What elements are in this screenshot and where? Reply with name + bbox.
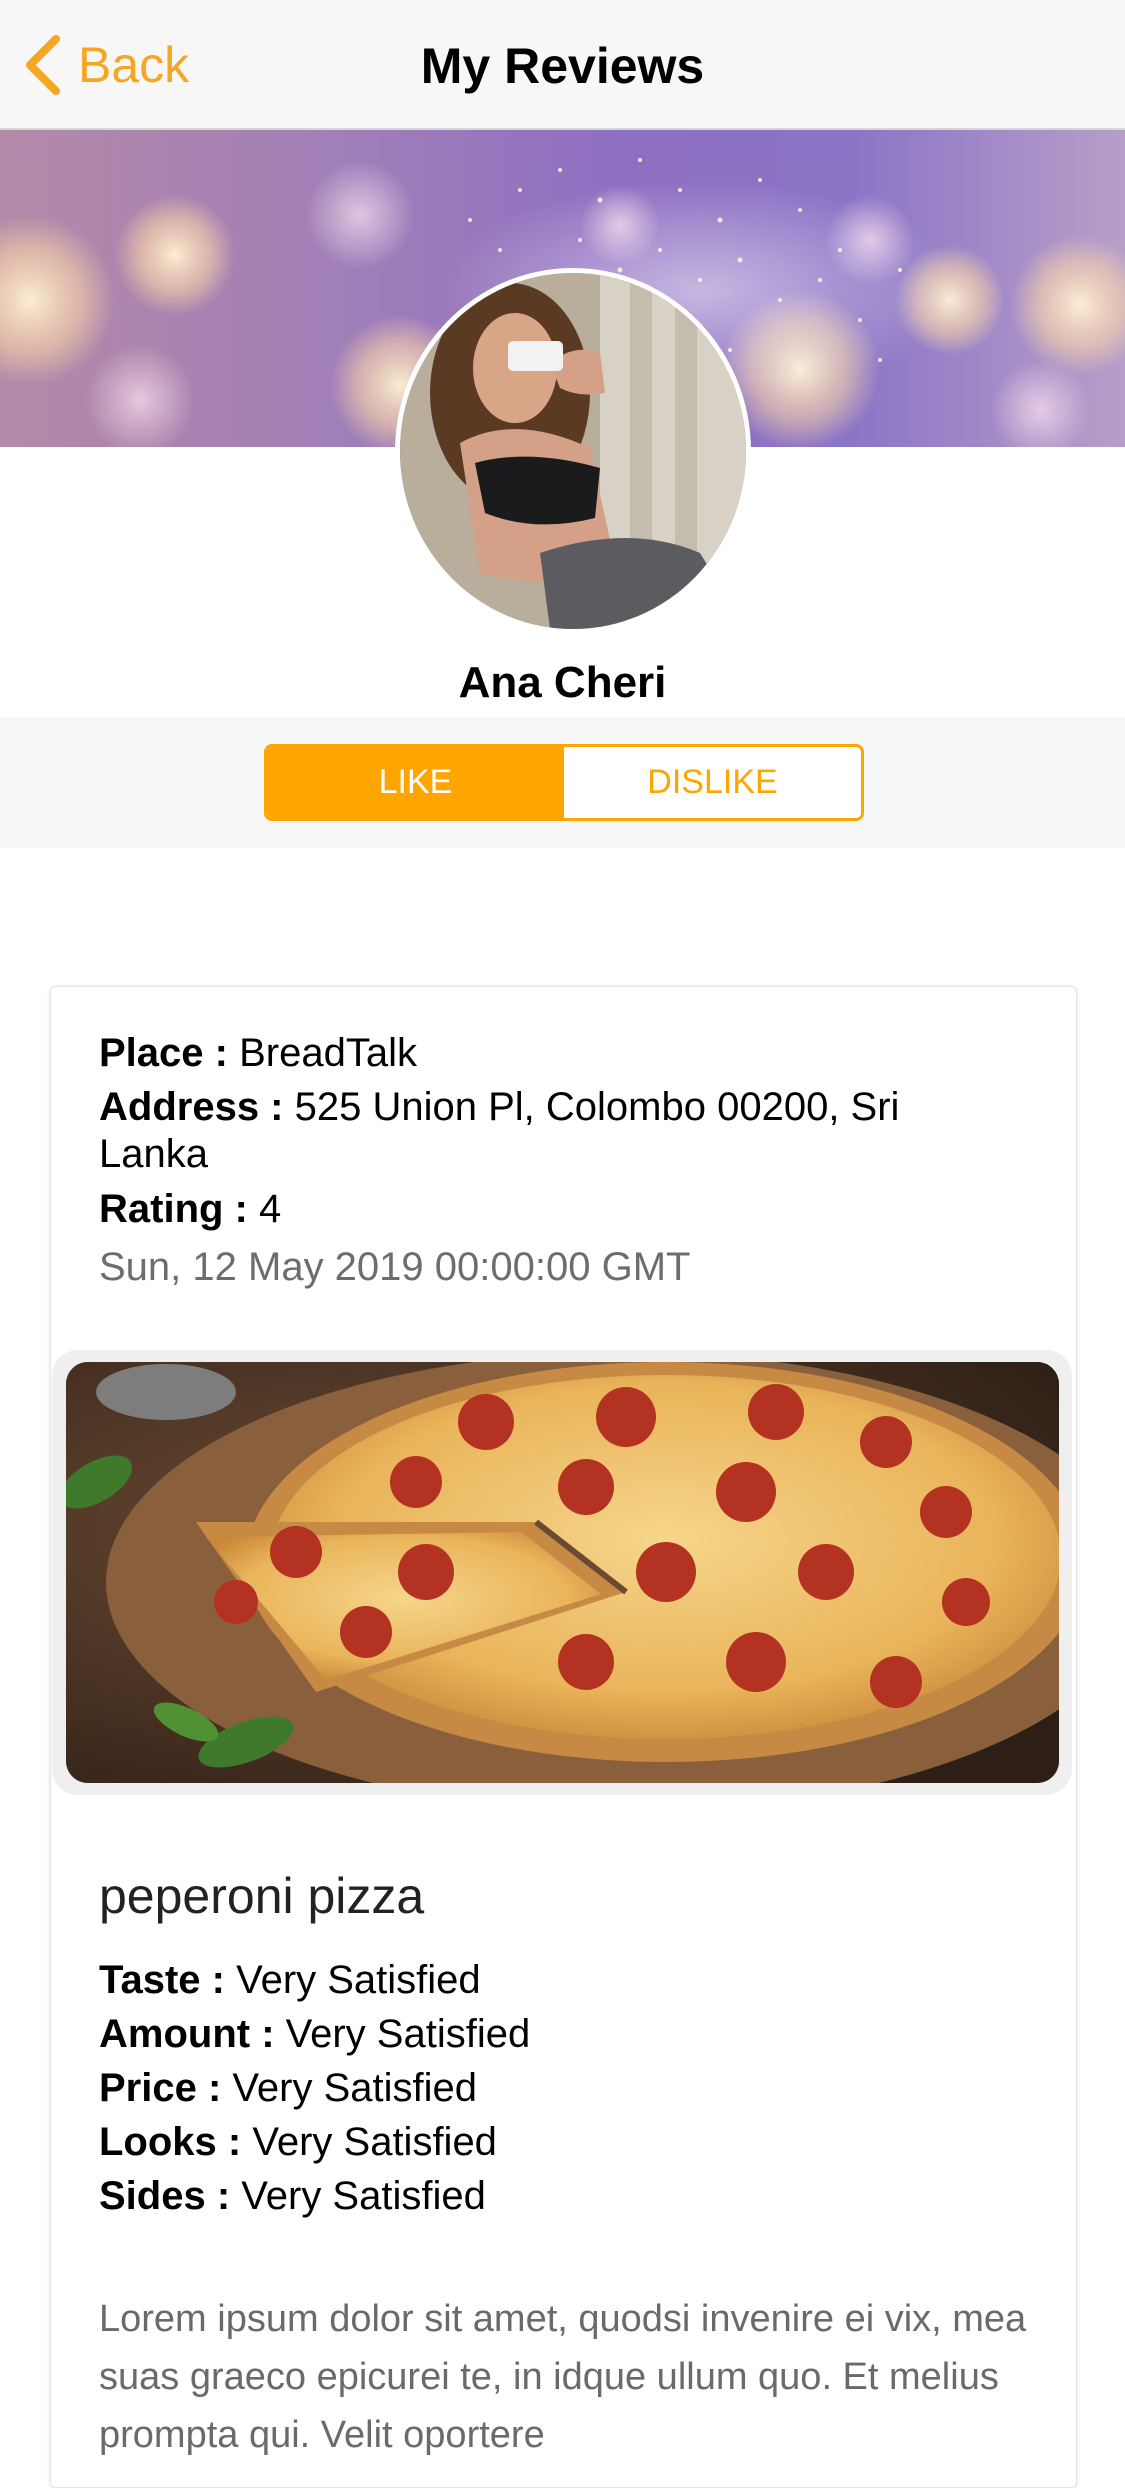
criterion-label: Sides : <box>99 2174 231 2218</box>
rating-value: 4 <box>259 1187 282 1231</box>
avatar[interactable] <box>395 268 751 634</box>
review-date: Sun, 12 May 2019 00:00:00 GMT <box>99 1245 691 1289</box>
place-line: Place : BreadTalk <box>99 1030 417 1077</box>
criterion-label: Amount : <box>99 2012 275 2056</box>
dish-name: peperoni pizza <box>99 1868 425 1924</box>
criterion-value: Very Satisfied <box>252 2120 497 2164</box>
looks-rating: Looks : Very Satisfied <box>99 2119 497 2166</box>
dislike-tab[interactable]: DISLIKE <box>564 747 861 818</box>
navigation-bar: Back My Reviews <box>0 0 1125 130</box>
dish-photo[interactable] <box>66 1362 1059 1783</box>
place-value: BreadTalk <box>239 1031 417 1075</box>
taste-rating: Taste : Very Satisfied <box>99 1957 481 2004</box>
review-comment: Lorem ipsum dolor sit amet, quodsi inven… <box>99 2298 1027 2456</box>
address-label: Address : <box>99 1085 284 1129</box>
rating-line: Rating : 4 <box>99 1186 281 1233</box>
page-title: My Reviews <box>420 38 705 94</box>
criterion-value: Very Satisfied <box>285 2012 531 2056</box>
price-rating: Price : Very Satisfied <box>99 2065 477 2112</box>
criterion-label: Price : <box>99 2066 222 2110</box>
like-dislike-toggle[interactable]: LIKE DISLIKE <box>264 744 864 821</box>
criterion-value: Very Satisfied <box>241 2174 486 2218</box>
address-line: Address : 525 Union Pl, Colombo 00200, S… <box>99 1084 999 1178</box>
criterion-label: Taste : <box>99 1958 225 2002</box>
sides-rating: Sides : Very Satisfied <box>99 2173 486 2220</box>
place-label: Place : <box>99 1031 228 1075</box>
like-tab[interactable]: LIKE <box>267 747 564 818</box>
profile-name: Ana Cheri <box>458 658 667 707</box>
rating-label: Rating : <box>99 1187 248 1231</box>
criterion-value: Very Satisfied <box>236 1958 481 2002</box>
criterion-label: Looks : <box>99 2120 242 2164</box>
amount-rating: Amount : Very Satisfied <box>99 2011 530 2058</box>
criterion-value: Very Satisfied <box>232 2066 477 2110</box>
